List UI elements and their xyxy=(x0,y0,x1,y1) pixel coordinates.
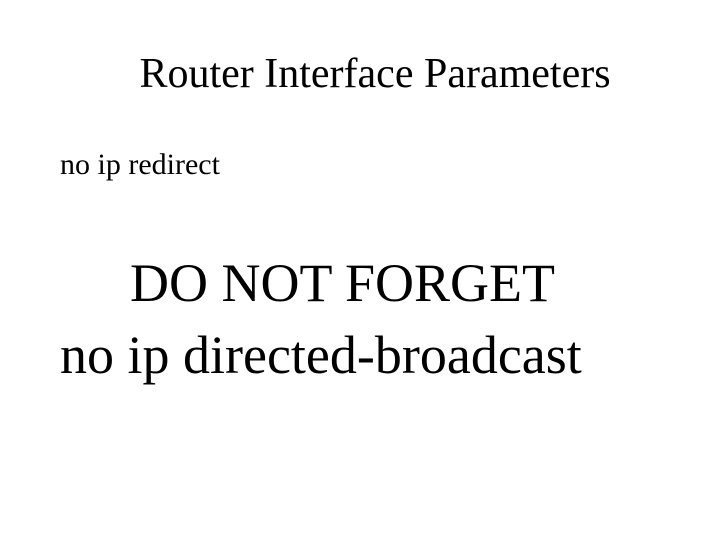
slide-container: Router Interface Parameters no ip redire… xyxy=(0,0,720,540)
emphasis-line-1: DO NOT FORGET xyxy=(130,252,660,314)
slide-subtitle: no ip redirect xyxy=(60,148,660,182)
emphasis-block: DO NOT FORGET no ip directed-broadcast xyxy=(60,252,660,386)
slide-title: Router Interface Parameters xyxy=(90,50,660,98)
emphasis-line-2: no ip directed-broadcast xyxy=(60,324,660,386)
